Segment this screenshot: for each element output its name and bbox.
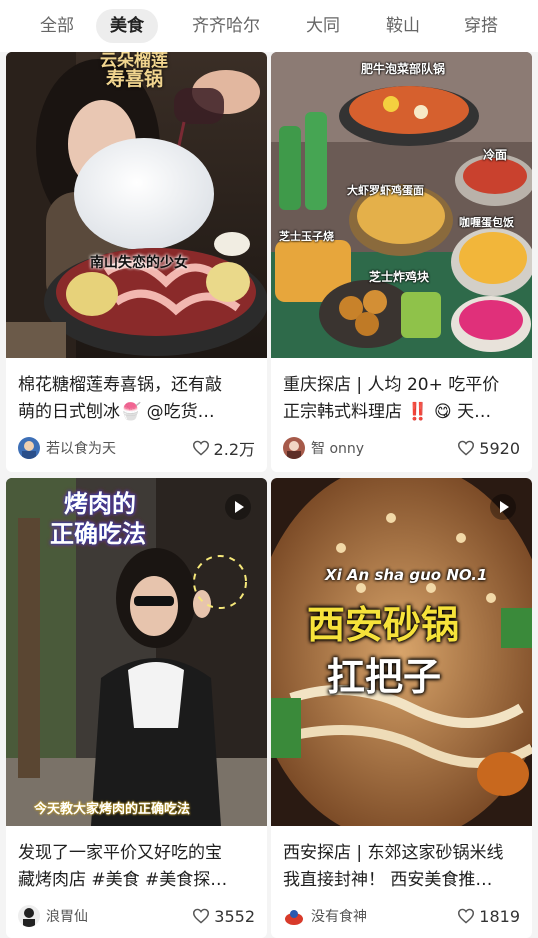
cover-caption-title: 扛把子: [327, 655, 442, 699]
card-meta: 智 onny 5920: [271, 426, 532, 470]
like-count: 3552: [214, 906, 255, 926]
cover-caption-sub: Xi An sha guo NO.1: [325, 566, 488, 584]
heart-outline-icon: [458, 908, 475, 924]
card-title[interactable]: 西安探店 | 东郊这家砂锅米线 我直接封神！ 西安美食推…: [271, 826, 532, 894]
like-count: 5920: [479, 438, 520, 458]
cover-caption-title: 寿喜锅: [106, 68, 164, 90]
video-play-icon: [490, 494, 516, 520]
author-name[interactable]: 智 onny: [311, 438, 457, 458]
card-title-line: 西安探店 | 东郊这家砂锅米线: [283, 843, 504, 863]
cover-label: 大虾罗虾鸡蛋面: [347, 184, 424, 197]
cover-caption-bottom: 南山失恋的少女: [90, 255, 188, 271]
heart-outline-icon: [458, 440, 475, 456]
tab-anshan[interactable]: 鞍山: [372, 9, 434, 43]
card-title-line: 藏烤肉店 #美食 #美食探…: [18, 870, 228, 890]
card-meta: 没有食神 1819: [271, 894, 532, 938]
feed-card[interactable]: Xi An sha guo NO.1 西安砂锅 扛把子 西安探店 | 东郊这家砂…: [271, 478, 532, 938]
card-meta: 若以食为天 2.2万: [6, 426, 267, 470]
feed-card[interactable]: 肥牛泡菜部队锅 冷面 芝士玉子烧 大虾罗虾鸡蛋面 咖喱蛋包饭 芝士炸鸡块 重庆探…: [271, 52, 532, 472]
author-name[interactable]: 浪胃仙: [46, 906, 192, 926]
cover-photo: [6, 52, 267, 358]
cover-label: 芝士炸鸡块: [369, 270, 430, 284]
video-play-icon: [225, 494, 251, 520]
like-button[interactable]: 3552: [192, 907, 255, 926]
avatar[interactable]: [283, 437, 305, 459]
like-count: 1819: [479, 906, 520, 926]
card-cover-image[interactable]: Xi An sha guo NO.1 西安砂锅 扛把子: [271, 478, 532, 826]
heart-outline-icon: [192, 440, 209, 456]
cover-caption-title: 正确吃法: [50, 520, 146, 548]
avatar[interactable]: [18, 437, 40, 459]
heart-outline-icon: [193, 908, 210, 924]
card-cover-image[interactable]: 云朵榴莲 寿喜锅 南山失恋的少女: [6, 52, 267, 358]
tab-all[interactable]: 全部: [26, 9, 88, 43]
card-title[interactable]: 发现了一家平价又好吃的宝 藏烤肉店 #美食 #美食探…: [6, 826, 267, 894]
tab-qiqihar[interactable]: 齐齐哈尔: [178, 9, 274, 43]
card-title[interactable]: 重庆探店 | 人均 20+ 吃平价 正宗韩式料理店 ‼️ 😋 天…: [271, 358, 532, 426]
cover-label: 芝士玉子烧: [279, 230, 334, 243]
card-title[interactable]: 棉花糖榴莲寿喜锅，还有敲 萌的日式刨冰🍧 @吃货…: [6, 358, 267, 426]
cover-label: 咖喱蛋包饭: [459, 216, 514, 229]
feed-card[interactable]: 云朵榴莲 寿喜锅 南山失恋的少女 棉花糖榴莲寿喜锅，还有敲 萌的日式刨冰🍧 @吃…: [6, 52, 267, 472]
author-name[interactable]: 没有食神: [311, 906, 457, 926]
card-cover-image[interactable]: 烤肉的 正确吃法 今天教大家烤肉的正确吃法: [6, 478, 267, 826]
card-cover-image[interactable]: 肥牛泡菜部队锅 冷面 芝士玉子烧 大虾罗虾鸡蛋面 咖喱蛋包饭 芝士炸鸡块: [271, 52, 532, 358]
card-meta: 浪胃仙 3552: [6, 894, 267, 938]
tab-datong[interactable]: 大同: [292, 9, 354, 43]
like-button[interactable]: 2.2万: [192, 436, 255, 460]
card-title-line: 重庆探店 | 人均 20+ 吃平价: [283, 375, 500, 395]
card-title-line: 我直接封神！ 西安美食推…: [283, 870, 493, 890]
avatar[interactable]: [283, 905, 305, 927]
cover-caption-title: 西安砂锅: [307, 603, 460, 647]
feed-card[interactable]: 烤肉的 正确吃法 今天教大家烤肉的正确吃法 发现了一家平价又好吃的宝 藏烤肉店 …: [6, 478, 267, 938]
avatar[interactable]: [18, 905, 40, 927]
cover-photo: [271, 52, 532, 358]
author-name[interactable]: 若以食为天: [46, 438, 192, 458]
tab-fashion[interactable]: 穿搭: [450, 9, 512, 43]
card-title-line: 正宗韩式料理店 ‼️ 😋 天…: [283, 402, 492, 422]
cover-label: 肥牛泡菜部队锅: [361, 62, 446, 76]
category-tab-bar: 全部 美食 齐齐哈尔 大同 鞍山 穿搭: [0, 0, 538, 52]
cover-label: 冷面: [483, 148, 508, 162]
like-button[interactable]: 5920: [457, 439, 520, 458]
card-title-line: 萌的日式刨冰🍧 @吃货…: [18, 402, 215, 422]
tab-food[interactable]: 美食: [96, 9, 158, 43]
card-title-line: 发现了一家平价又好吃的宝: [18, 843, 222, 863]
card-title-line: 棉花糖榴莲寿喜锅，还有敲: [18, 375, 222, 395]
cover-caption-bottom: 今天教大家烤肉的正确吃法: [34, 802, 191, 817]
like-button[interactable]: 1819: [457, 907, 520, 926]
like-count: 2.2万: [213, 440, 255, 459]
